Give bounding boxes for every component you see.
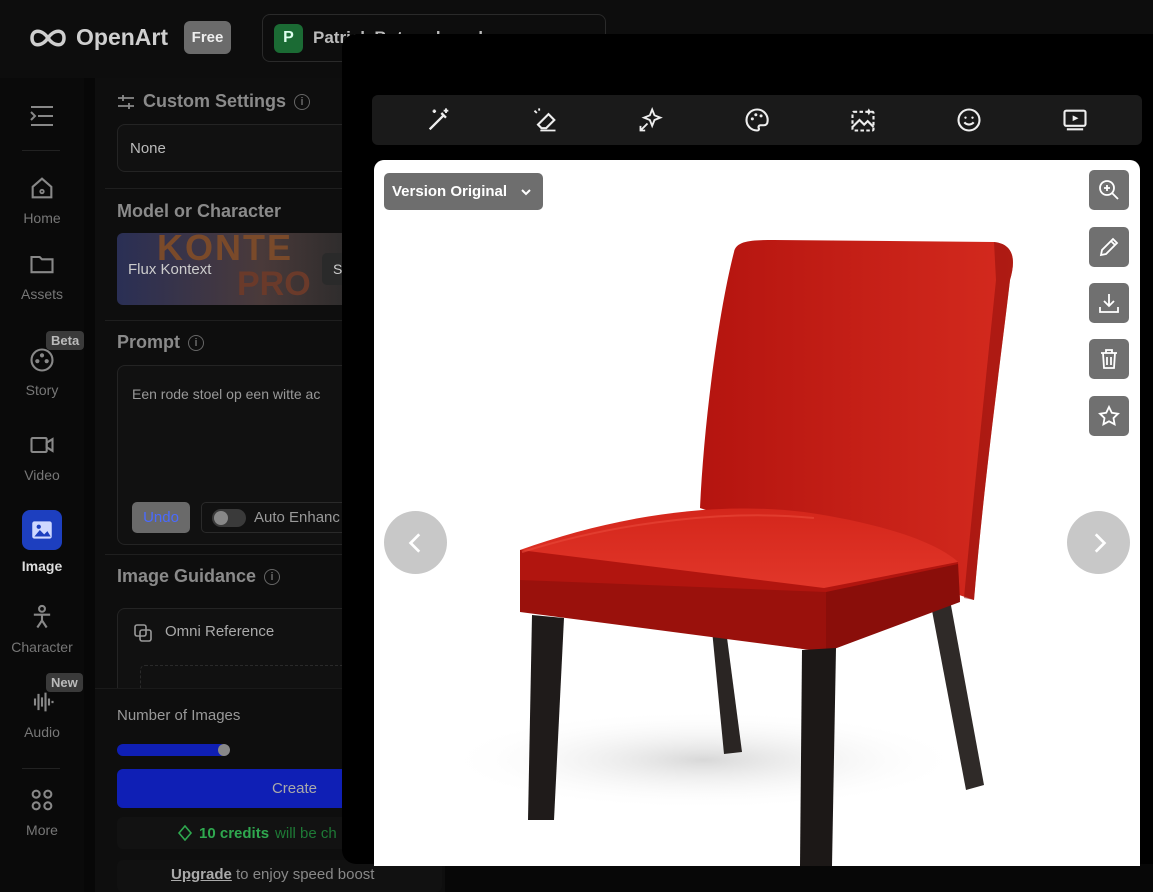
face-tool[interactable] <box>954 105 984 135</box>
prompt-textarea[interactable]: Een rode stoel op een witte ac Undo Auto… <box>117 365 361 545</box>
magic-wand-tool[interactable] <box>424 105 454 135</box>
nav-item-assets[interactable]: Assets <box>0 250 84 302</box>
omni-reference-card[interactable]: Omni Reference <box>117 608 357 705</box>
avatar: P <box>274 23 303 53</box>
magic-wand-icon <box>428 108 449 131</box>
landscape-icon <box>851 108 875 132</box>
previous-image-button[interactable] <box>384 511 447 574</box>
nav-item-character[interactable]: Character <box>0 603 84 655</box>
animate-tool[interactable] <box>1060 105 1090 135</box>
eraser-icon <box>533 108 556 132</box>
openart-logo[interactable]: OpenArt <box>28 24 168 51</box>
person-icon <box>33 604 51 629</box>
image-icon <box>32 521 52 539</box>
next-image-button[interactable] <box>1067 511 1130 574</box>
zoom-in-button[interactable] <box>1089 170 1129 210</box>
nav-item-story[interactable]: Story <box>0 346 84 398</box>
beta-badge: Beta <box>46 331 85 350</box>
zoom-in-icon <box>1099 180 1119 200</box>
nav-label: More <box>26 822 58 838</box>
custom-settings-value: None <box>130 140 166 157</box>
download-icon <box>1099 294 1119 313</box>
copy-shapes-icon <box>134 624 152 642</box>
infinity-logo-icon <box>30 29 66 46</box>
credits-note: 10 credits will be ch <box>117 817 357 849</box>
background-tool[interactable] <box>848 105 878 135</box>
trash-icon <box>1101 349 1117 369</box>
sparkles-icon <box>639 106 663 132</box>
home-icon <box>31 177 53 199</box>
delete-button[interactable] <box>1089 339 1129 379</box>
image-guidance-title: Image Guidance i <box>117 566 281 587</box>
nav-label: Story <box>25 382 59 398</box>
nav-item-image[interactable]: Image <box>0 510 84 574</box>
download-button[interactable] <box>1089 283 1129 323</box>
toggle-switch[interactable] <box>212 508 246 527</box>
generated-image <box>374 160 1140 866</box>
style-tool[interactable] <box>742 105 772 135</box>
nav-label: Home <box>23 210 61 226</box>
nav-label: Assets <box>20 286 63 302</box>
prompt-title: Prompt i <box>117 332 204 353</box>
enhance-tool[interactable] <box>636 105 666 135</box>
left-nav: Home Assets Story Beta Video Image Chara… <box>0 78 85 892</box>
eraser-tool[interactable] <box>530 105 560 135</box>
auto-enhance-toggle[interactable]: Auto Enhanc <box>201 502 361 533</box>
nav-label: Character <box>11 639 73 655</box>
nav-label: Video <box>24 467 60 483</box>
plan-badge: Free <box>184 21 231 54</box>
chevron-left-icon <box>408 532 420 553</box>
smile-icon <box>957 108 981 132</box>
version-select[interactable]: Version Original <box>384 173 543 210</box>
model-thumb-text: PRO <box>237 265 311 303</box>
nav-item-audio[interactable]: Audio <box>0 688 84 740</box>
info-icon[interactable]: i <box>264 568 281 585</box>
nav-item-home[interactable]: Home <box>0 174 84 226</box>
favorite-button[interactable] <box>1089 396 1129 436</box>
images-slider-handle[interactable] <box>218 744 230 756</box>
number-of-images-label: Number of Images <box>117 707 241 724</box>
pencil-icon <box>1099 237 1119 257</box>
images-slider-track[interactable] <box>117 744 230 756</box>
create-button[interactable]: Create <box>117 769 357 808</box>
sliders-icon <box>118 94 134 109</box>
brand-name: OpenArt <box>76 24 168 50</box>
upgrade-link[interactable]: Upgrade <box>171 866 232 883</box>
custom-settings-select[interactable]: None <box>117 124 357 172</box>
red-chair-image <box>444 240 1013 866</box>
audio-wave-icon <box>33 692 54 712</box>
nav-item-video[interactable]: Video <box>0 431 84 483</box>
info-icon[interactable]: i <box>294 93 311 110</box>
model-card[interactable]: KONTE PRO Flux Kontext S <box>117 233 357 305</box>
custom-settings-title: Custom Settings i <box>117 91 311 112</box>
nav-label: Audio <box>24 724 60 740</box>
nav-label: Image <box>21 558 63 574</box>
diamond-icon <box>177 825 193 841</box>
film-reel-icon <box>30 348 54 372</box>
prompt-text: Een rode stoel op een witte ac <box>132 386 321 402</box>
play-screen-icon <box>1063 109 1087 131</box>
chevron-down-icon <box>521 188 531 195</box>
edit-toolbar <box>372 95 1142 145</box>
chevron-right-icon <box>1094 532 1106 553</box>
grid-icon <box>31 789 53 811</box>
nav-item-more[interactable]: More <box>0 786 84 838</box>
undo-button[interactable]: Undo <box>132 502 190 533</box>
folder-icon <box>30 255 54 274</box>
model-section-title: Model or Character <box>117 201 282 221</box>
new-badge: New <box>46 673 83 692</box>
omni-reference-label: Omni Reference <box>165 623 275 640</box>
edit-button[interactable] <box>1089 227 1129 267</box>
palette-icon <box>745 108 769 132</box>
video-camera-icon <box>30 436 54 454</box>
star-icon <box>1098 404 1120 426</box>
collapse-sidebar-icon[interactable] <box>28 104 56 133</box>
info-icon[interactable]: i <box>188 334 204 351</box>
model-name: Flux Kontext <box>128 261 212 278</box>
